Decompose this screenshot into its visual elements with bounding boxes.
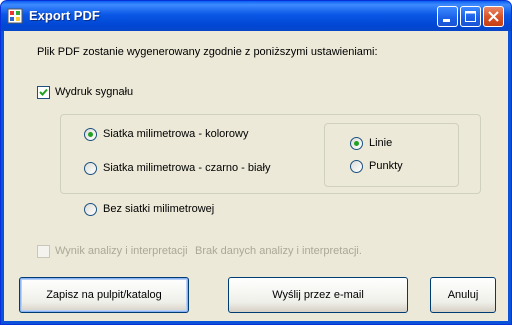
app-icon [7, 8, 23, 24]
style-points-radio[interactable] [350, 160, 363, 173]
minimize-button[interactable] [437, 6, 458, 27]
style-lines-label[interactable]: Linie [369, 137, 392, 149]
minimize-icon [443, 19, 450, 22]
close-button[interactable] [483, 6, 504, 27]
maximize-button[interactable] [460, 6, 481, 27]
window-title: Export PDF [29, 8, 100, 23]
style-points-label[interactable]: Punkty [369, 160, 403, 172]
no-grid-label[interactable]: Bez siatki milimetrowej [103, 203, 214, 215]
checkmark-icon [39, 88, 48, 96]
save-to-desktop-button[interactable]: Zapisz na pulpit/katalog [19, 277, 189, 313]
export-pdf-window: Export PDF Plik PDF zostanie wygenerowan… [0, 0, 512, 325]
print-signal-checkbox[interactable] [37, 86, 50, 99]
send-email-button[interactable]: Wyślij przez e-mail [228, 277, 408, 313]
grid-color-label[interactable]: Siatka milimetrowa - kolorowy [103, 128, 248, 140]
analysis-label[interactable]: Wynik analizy i interpretacji [55, 245, 188, 257]
style-lines-radio[interactable] [350, 137, 363, 150]
grid-bw-label[interactable]: Siatka milimetrowa - czarno - biały [103, 162, 271, 174]
print-signal-label[interactable]: Wydruk sygnału [55, 86, 133, 98]
cancel-button[interactable]: Anuluj [430, 277, 496, 313]
style-options-group [324, 123, 459, 187]
close-icon [488, 11, 499, 22]
title-bar[interactable]: Export PDF [1, 1, 511, 31]
maximize-icon [465, 11, 476, 22]
analysis-note: Brak danych analizy i interpretacji. [195, 245, 362, 257]
intro-text: Plik PDF zostanie wygenerowany zgodnie z… [37, 46, 378, 58]
grid-bw-radio[interactable] [84, 162, 97, 175]
dialog-client-area: Plik PDF zostanie wygenerowany zgodnie z… [4, 31, 508, 321]
no-grid-radio[interactable] [84, 203, 97, 216]
analysis-checkbox[interactable] [37, 245, 50, 258]
grid-color-radio[interactable] [84, 128, 97, 141]
